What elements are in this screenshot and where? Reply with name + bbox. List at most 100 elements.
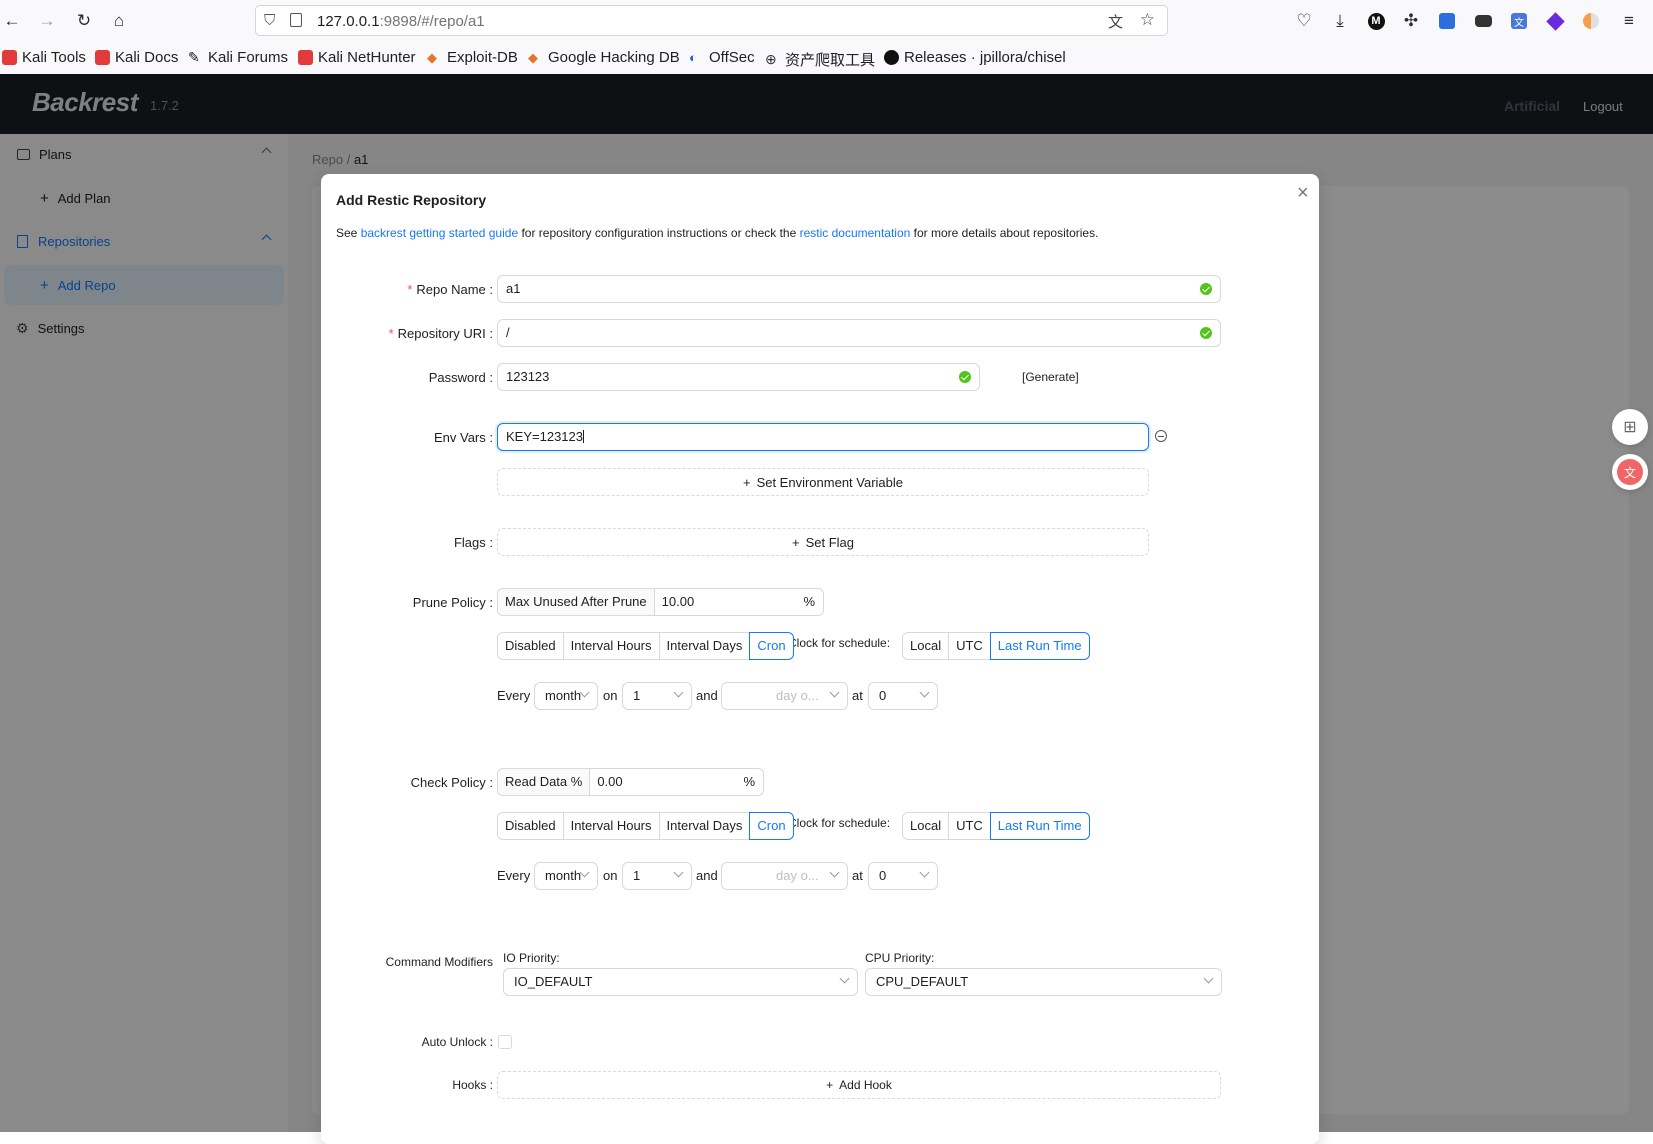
extensions-icon[interactable]: ✣ xyxy=(1399,9,1423,33)
kali-forums-icon: ✎ xyxy=(188,49,200,65)
back-icon[interactable]: ← xyxy=(0,9,24,33)
bookmark-star-icon[interactable]: ☆ xyxy=(1140,10,1155,30)
prune-cron-dow-select[interactable]: day o... xyxy=(721,682,848,710)
menu-icon[interactable]: ≡ xyxy=(1617,9,1641,33)
prune-max-unused-input[interactable]: Max Unused After Prune 10.00 % xyxy=(497,588,824,616)
bookmarks-bar: Kali Tools Kali Docs ✎ Kali Forums Kali N… xyxy=(0,42,1653,75)
page-info-icon[interactable] xyxy=(290,13,302,27)
check-schedule-interval-hours[interactable]: Interval Hours xyxy=(562,812,660,840)
password-input[interactable]: 123123 xyxy=(497,363,980,391)
prune-clock-local[interactable]: Local xyxy=(902,632,950,660)
remove-env-icon[interactable] xyxy=(1155,430,1167,442)
prune-cron-on: on xyxy=(603,688,618,703)
plus-icon: + xyxy=(791,534,800,550)
bookmark-kali-docs[interactable]: Kali Docs xyxy=(95,49,178,66)
extension-purple-icon[interactable] xyxy=(1543,9,1567,33)
bookmark-asset-crawler[interactable]: ⊕ 资产爬取工具 xyxy=(765,49,875,70)
translate-icon[interactable]: 文 xyxy=(1108,11,1123,32)
env-var-input[interactable]: KEY=123123 xyxy=(497,423,1149,451)
plus-icon: + xyxy=(826,1078,834,1092)
exploit-db-icon: ◆ xyxy=(427,50,437,65)
bookmark-kali-tools[interactable]: Kali Tools xyxy=(2,49,86,66)
prune-cron-day-select[interactable]: 1 xyxy=(622,682,692,710)
check-clock-local[interactable]: Local xyxy=(902,812,950,840)
prune-policy-label: Prune Policy : xyxy=(412,595,493,610)
check-read-data-input[interactable]: Read Data % 0.00 % xyxy=(497,768,764,796)
prune-cron-period-select[interactable]: month xyxy=(534,682,598,710)
forward-icon[interactable]: → xyxy=(35,9,59,33)
getting-started-link[interactable]: backrest getting started guide xyxy=(361,226,518,240)
chevron-down-icon xyxy=(673,867,684,878)
reload-icon[interactable]: ↻ xyxy=(72,9,96,33)
bookmark-exploit-db[interactable]: ◆ Exploit-DB xyxy=(427,49,518,66)
float-apps-icon[interactable]: ⊞ xyxy=(1612,409,1648,445)
pocket-icon[interactable]: ♡ xyxy=(1292,9,1316,33)
set-flag-button[interactable]: + Set Flag xyxy=(497,528,1149,556)
home-icon[interactable]: ⌂ xyxy=(107,9,131,33)
bookmark-kali-forums[interactable]: ✎ Kali Forums xyxy=(188,49,288,66)
check-clock-utc[interactable]: UTC xyxy=(948,812,991,840)
prune-schedule-disabled[interactable]: Disabled xyxy=(497,632,564,660)
prune-schedule-cron[interactable]: Cron xyxy=(749,632,794,660)
repo-uri-label: * Repository URI : xyxy=(388,326,493,341)
extension-game-icon[interactable] xyxy=(1471,9,1495,33)
check-cron-period-select[interactable]: month xyxy=(534,862,598,890)
set-env-button[interactable]: + Set Environment Variable xyxy=(497,468,1149,496)
globe-icon: ⊕ xyxy=(765,51,777,67)
check-cron-and: and xyxy=(696,868,718,883)
repo-uri-input[interactable]: / xyxy=(497,319,1221,347)
generate-password-button[interactable]: [Generate] xyxy=(1022,370,1079,384)
restic-docs-link[interactable]: restic documentation xyxy=(800,226,911,240)
shield-icon[interactable]: ⛉ xyxy=(264,12,275,29)
env-vars-label: Env Vars : xyxy=(433,430,493,445)
check-cron-dow-select[interactable]: day o... xyxy=(721,862,848,890)
valid-check-icon xyxy=(1200,283,1212,295)
cpu-priority-label: CPU Priority: xyxy=(865,951,935,965)
check-schedule-interval-days[interactable]: Interval Days xyxy=(658,812,751,840)
plus-icon: + xyxy=(742,474,751,490)
extension-blue-icon[interactable] xyxy=(1435,9,1459,33)
chevron-down-icon xyxy=(829,867,840,878)
prune-clock-utc[interactable]: UTC xyxy=(948,632,991,660)
check-clock-last-run[interactable]: Last Run Time xyxy=(989,812,1090,840)
float-translate-icon[interactable]: 文 xyxy=(1612,454,1648,490)
cpu-priority-select[interactable]: CPU_DEFAULT xyxy=(865,968,1222,996)
check-clock-select[interactable]: Local UTC Last Run Time xyxy=(902,812,1090,840)
extension-translate-icon[interactable]: 文 xyxy=(1507,9,1531,33)
extension-orange-icon[interactable] xyxy=(1579,9,1603,33)
prune-cron-every: Every xyxy=(497,688,531,703)
chevron-down-icon xyxy=(673,687,684,698)
check-cron-on: on xyxy=(603,868,618,883)
prune-schedule-interval-hours[interactable]: Interval Hours xyxy=(562,632,660,660)
hooks-label: Hooks : xyxy=(452,1078,493,1092)
url-bar[interactable]: ⛉ 127.0.0.1:9898/#/repo/a1 文 ☆ xyxy=(255,5,1168,36)
bookmark-ghdb[interactable]: ◆ Google Hacking DB xyxy=(528,49,680,66)
modal-title: Add Restic Repository xyxy=(336,192,487,208)
prune-schedule-interval-days[interactable]: Interval Days xyxy=(658,632,751,660)
prune-clock-select[interactable]: Local UTC Last Run Time xyxy=(902,632,1090,660)
bookmark-kali-nethunter[interactable]: Kali NetHunter xyxy=(298,49,416,66)
chevron-down-icon xyxy=(919,687,930,698)
add-hook-button[interactable]: + Add Hook xyxy=(497,1071,1221,1099)
prune-schedule-type[interactable]: Disabled Interval Hours Interval Days Cr… xyxy=(497,632,794,660)
check-cron-hour-select[interactable]: 0 xyxy=(868,862,938,890)
check-cron-every: Every xyxy=(497,868,531,883)
prune-clock-last-run[interactable]: Last Run Time xyxy=(989,632,1090,660)
repo-name-input[interactable]: a1 xyxy=(497,275,1221,303)
download-icon[interactable]: ⤓ xyxy=(1328,9,1352,33)
close-icon[interactable]: × xyxy=(1297,182,1309,205)
check-cron-day-select[interactable]: 1 xyxy=(622,862,692,890)
prune-cron-hour-select[interactable]: 0 xyxy=(868,682,938,710)
kali-icon xyxy=(2,50,17,65)
prune-cron-and: and xyxy=(696,688,718,703)
bookmark-chisel-releases[interactable]: Releases · jpillora/chisel xyxy=(884,49,1066,66)
extension-m-icon[interactable]: M xyxy=(1364,9,1388,33)
io-priority-label: IO Priority: xyxy=(503,951,560,965)
command-modifiers-label: Command Modifiers xyxy=(385,955,493,969)
check-schedule-disabled[interactable]: Disabled xyxy=(497,812,564,840)
check-schedule-type[interactable]: Disabled Interval Hours Interval Days Cr… xyxy=(497,812,794,840)
check-schedule-cron[interactable]: Cron xyxy=(749,812,794,840)
auto-unlock-checkbox[interactable] xyxy=(498,1035,512,1049)
bookmark-offsec[interactable]: ◐ OffSec xyxy=(689,49,755,66)
io-priority-select[interactable]: IO_DEFAULT xyxy=(503,968,858,996)
